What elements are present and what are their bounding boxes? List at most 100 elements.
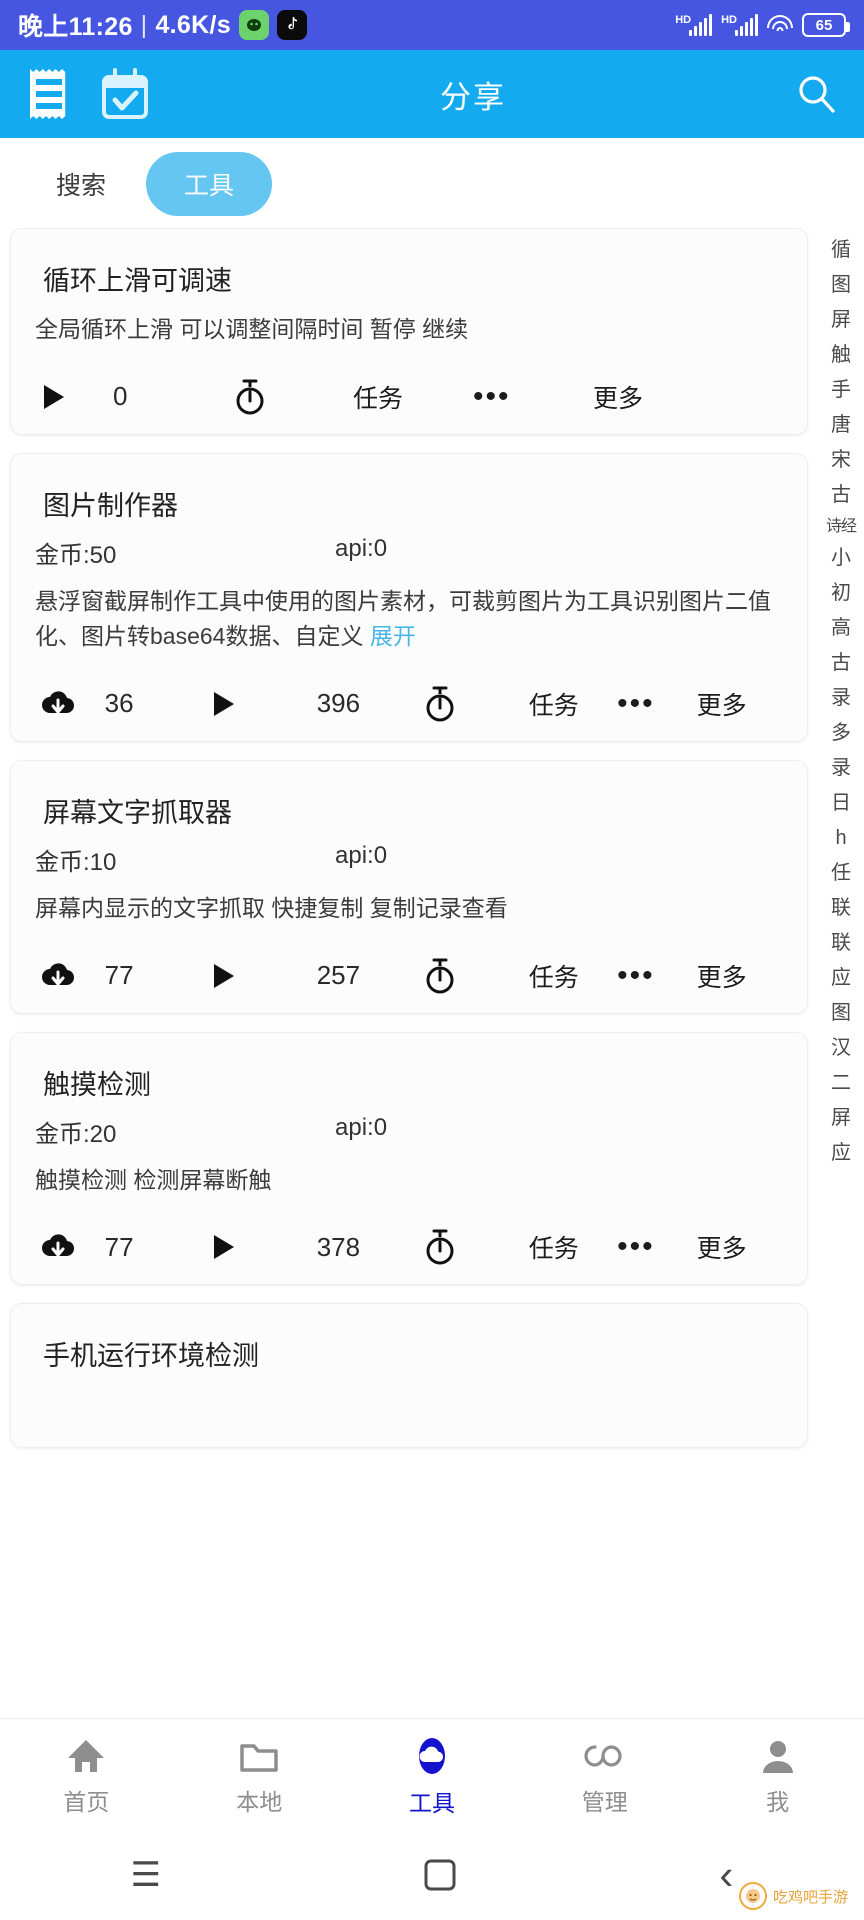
app-notification-icon — [238, 10, 269, 40]
index-rail-item[interactable]: 屏 — [831, 304, 851, 337]
more-options-icon[interactable]: ••• — [473, 381, 593, 411]
nav-item-profile[interactable]: 我 — [703, 1737, 853, 1817]
index-rail-item[interactable]: 唐 — [831, 409, 851, 442]
index-rail-item[interactable]: 联 — [831, 892, 851, 925]
index-rail-item[interactable]: 小 — [831, 542, 851, 575]
index-rail-item[interactable]: 循 — [831, 234, 851, 267]
tool-card[interactable]: 循环上滑可调速 全局循环上滑 可以调整间隔时间 暂停 继续 0 任务 ••• 更… — [10, 228, 808, 435]
signal-bars-2 — [735, 14, 758, 36]
nav-label-profile: 我 — [766, 1788, 790, 1815]
download-count: 77 — [104, 1231, 134, 1262]
tiktok-notification-icon — [276, 10, 307, 40]
stopwatch-icon[interactable] — [233, 378, 353, 416]
download-icon[interactable] — [33, 961, 105, 991]
index-rail-item[interactable]: 图 — [831, 269, 851, 302]
person-icon — [758, 1737, 798, 1775]
status-time: 晚上11:26 — [18, 13, 133, 41]
nav-item-home[interactable]: 首页 — [11, 1737, 161, 1817]
signal-bars-1 — [689, 14, 713, 36]
cloud-icon — [411, 1736, 453, 1776]
search-icon[interactable] — [794, 72, 838, 116]
index-rail-item[interactable]: 二 — [831, 1067, 851, 1100]
play-icon[interactable] — [211, 690, 317, 718]
tab-search[interactable]: 搜索 — [30, 154, 132, 214]
task-label[interactable]: 任务 — [353, 379, 473, 415]
api-value: api:0 — [335, 841, 388, 869]
more-options-icon[interactable]: ••• — [617, 1232, 697, 1262]
status-bar-left: 晚上11:26 | 4.6K/s — [18, 7, 307, 43]
tool-card[interactable]: 触摸检测 金币:20 api:0 触摸检测 检测屏幕断触 77 378 任务 •… — [10, 1031, 808, 1286]
watermark-text: 吃鸡吧手游 — [772, 1888, 848, 1906]
download-icon[interactable] — [33, 1232, 105, 1262]
tab-tools[interactable]: 工具 — [146, 152, 273, 216]
index-rail-item[interactable]: 日 — [831, 787, 851, 820]
index-rail-item[interactable]: 初 — [831, 577, 851, 610]
play-icon[interactable] — [211, 1233, 317, 1261]
card-actions: 36 396 任务 ••• 更多 — [33, 673, 785, 733]
play-icon[interactable] — [211, 962, 317, 990]
stopwatch-icon[interactable] — [423, 957, 529, 995]
index-rail-item[interactable]: 触 — [831, 339, 851, 372]
tool-card-list[interactable]: 循环上滑可调速 全局循环上滑 可以调整间隔时间 暂停 继续 0 任务 ••• 更… — [0, 228, 818, 1718]
index-rail-item[interactable]: 诗经 — [826, 514, 857, 540]
index-rail-item[interactable]: 应 — [831, 962, 851, 995]
nav-item-local[interactable]: 本地 — [184, 1737, 334, 1817]
watermark-logo-icon — [738, 1882, 767, 1910]
system-navigation-bar: ☰ ‹ 吃鸡吧手游 — [0, 1830, 864, 1920]
calendar-check-icon[interactable] — [98, 67, 152, 121]
network-speed: 4.6K/s — [155, 10, 231, 39]
bottom-navigation: 首页 本地 工具 管理 我 — [0, 1718, 864, 1830]
app-root: 晚上11:26 | 4.6K/s HD HD 65 分享 搜索 工具 循环上滑可… — [0, 0, 864, 1920]
battery-indicator: 65 — [802, 13, 850, 37]
index-rail-item[interactable]: 宋 — [831, 444, 851, 477]
more-options-icon[interactable]: ••• — [617, 960, 697, 990]
more-options-icon[interactable]: ••• — [617, 688, 697, 718]
more-label[interactable]: 更多 — [697, 958, 785, 994]
card-title: 触摸检测 — [43, 1069, 151, 1100]
more-label[interactable]: 更多 — [697, 1229, 785, 1265]
more-label[interactable]: 更多 — [593, 379, 693, 415]
more-label[interactable]: 更多 — [697, 686, 785, 722]
back-icon[interactable]: ‹ — [719, 1854, 733, 1897]
play-count: 0 — [113, 381, 128, 412]
home-icon — [66, 1737, 106, 1775]
index-rail-item[interactable]: h — [835, 822, 846, 855]
index-rail-item[interactable]: 高 — [831, 612, 851, 645]
card-title: 手机运行环境检测 — [43, 1341, 259, 1372]
task-label[interactable]: 任务 — [529, 1229, 617, 1265]
index-rail-item[interactable]: 图 — [831, 997, 851, 1030]
tool-card[interactable]: 手机运行环境检测 — [10, 1303, 808, 1449]
index-rail-item[interactable]: 录 — [831, 682, 851, 715]
tool-card[interactable]: 屏幕文字抓取器 金币:10 api:0 屏幕内显示的文字抓取 快捷复制 复制记录… — [10, 759, 808, 1014]
task-label[interactable]: 任务 — [529, 958, 617, 994]
home-button-icon[interactable] — [422, 1857, 458, 1893]
tab-bar: 搜索 工具 — [0, 138, 864, 228]
status-bar: 晚上11:26 | 4.6K/s HD HD 65 — [0, 0, 864, 50]
stopwatch-icon[interactable] — [423, 685, 529, 723]
index-rail-item[interactable]: 汉 — [831, 1032, 851, 1065]
index-rail-item[interactable]: 古 — [831, 479, 851, 512]
expand-link[interactable]: 展开 — [370, 623, 416, 649]
download-count: 36 — [104, 688, 134, 719]
play-icon[interactable] — [33, 383, 113, 411]
index-rail-item[interactable]: 应 — [831, 1137, 851, 1170]
nav-item-tools[interactable]: 工具 — [357, 1736, 507, 1818]
recents-icon[interactable]: ☰ — [131, 1855, 161, 1895]
index-rail-item[interactable]: 手 — [831, 374, 851, 407]
index-rail-item[interactable]: 多 — [831, 717, 851, 750]
task-label[interactable]: 任务 — [529, 686, 617, 722]
nav-item-manage[interactable]: 管理 — [530, 1737, 680, 1817]
index-rail-item[interactable]: 屏 — [831, 1102, 851, 1135]
index-rail-item[interactable]: 录 — [831, 752, 851, 785]
download-icon[interactable] — [33, 689, 105, 719]
receipt-list-icon[interactable] — [26, 65, 72, 123]
index-rail-item[interactable]: 联 — [831, 927, 851, 960]
card-meta: 金币:10 api:0 — [35, 842, 785, 877]
card-title: 屏幕文字抓取器 — [43, 797, 232, 828]
stopwatch-icon[interactable] — [423, 1228, 529, 1266]
index-rail[interactable]: 循 图 屏 触 手 唐 宋 古 诗经 小 初 高 古 录 多 录 日 h 任 联… — [818, 228, 864, 1718]
tool-card[interactable]: 图片制作器 金币:50 api:0 悬浮窗截屏制作工具中使用的图片素材，可裁剪图… — [10, 452, 808, 742]
index-rail-item[interactable]: 古 — [831, 647, 851, 680]
card-description: 屏幕内显示的文字抓取 快捷复制 复制记录查看 — [35, 894, 508, 921]
index-rail-item[interactable]: 任 — [831, 857, 851, 890]
